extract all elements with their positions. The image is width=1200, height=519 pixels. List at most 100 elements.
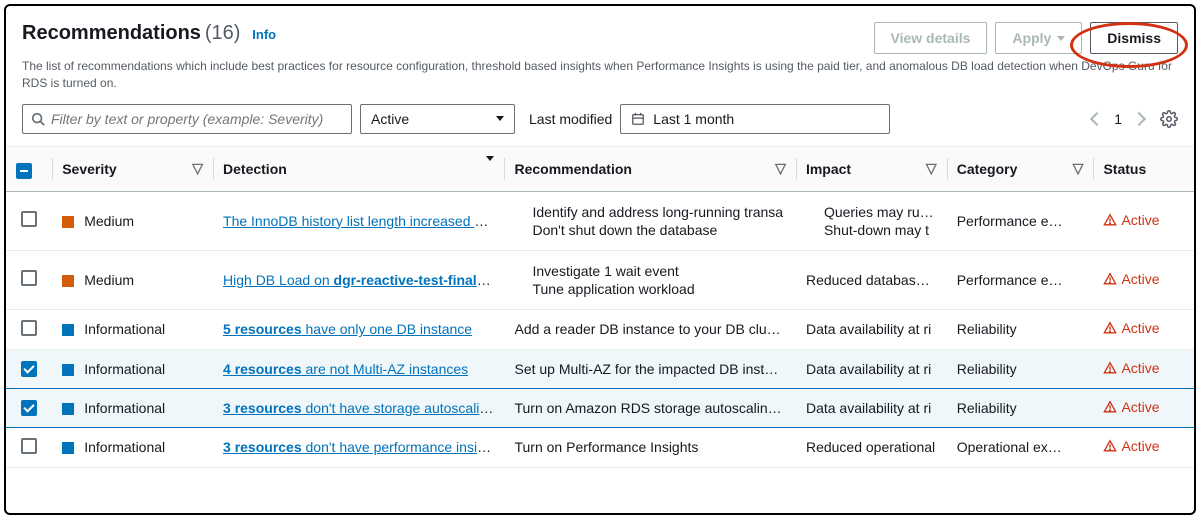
page-number: 1 xyxy=(1114,111,1122,127)
detection-link[interactable]: 4 resources are not Multi-AZ instances xyxy=(223,361,468,377)
recommendation-list: Identify and address long-running transa… xyxy=(514,204,785,238)
severity-badge xyxy=(62,364,74,376)
impact-list: Queries may run s Shut-down may t xyxy=(806,204,937,238)
recommendation-list: Investigate 1 wait event Tune application… xyxy=(514,263,785,297)
row-checkbox[interactable] xyxy=(21,211,37,227)
sort-icon[interactable]: ▽ xyxy=(192,160,203,177)
view-details-button[interactable]: View details xyxy=(874,22,988,54)
severity-label: Medium xyxy=(84,272,134,288)
severity-badge xyxy=(62,403,74,415)
severity-badge xyxy=(62,216,74,228)
category-text: Performance e… xyxy=(957,213,1063,229)
search-icon xyxy=(31,112,45,126)
warning-icon xyxy=(1103,400,1117,414)
table-row[interactable]: Medium The InnoDB history list length inc… xyxy=(6,191,1194,250)
panel-description: The list of recommendations which includ… xyxy=(6,58,1194,104)
select-all-checkbox[interactable] xyxy=(16,163,32,179)
recommendations-table: Severity ▽ Detection Recommendation ▽ Impa… xyxy=(6,146,1194,468)
category-text: Reliability xyxy=(957,361,1017,377)
settings-gear-icon[interactable] xyxy=(1160,110,1178,128)
column-recommendation[interactable]: Recommendation xyxy=(514,161,631,177)
detection-link[interactable]: 5 resources have only one DB instance xyxy=(223,321,472,337)
chevron-down-icon xyxy=(496,116,504,121)
detection-link[interactable]: The InnoDB history list length increased… xyxy=(223,213,497,229)
table-row[interactable]: Informational 4 resources are not Multi-A… xyxy=(6,349,1194,388)
severity-label: Informational xyxy=(84,439,165,455)
warning-icon xyxy=(1103,272,1117,286)
warning-icon xyxy=(1103,439,1117,453)
page-next-button[interactable] xyxy=(1132,112,1146,126)
search-input[interactable] xyxy=(51,111,343,127)
status-select[interactable]: Active xyxy=(360,104,515,134)
date-range-select[interactable]: Last 1 month xyxy=(620,104,890,134)
list-item: Queries may run s xyxy=(824,204,937,220)
status-badge: Active xyxy=(1103,438,1159,454)
row-checkbox[interactable] xyxy=(21,270,37,286)
row-checkbox[interactable] xyxy=(21,400,37,416)
column-category[interactable]: Category xyxy=(957,161,1018,177)
detection-link[interactable]: High DB Load on dgr-reactive-test-final-… xyxy=(223,272,502,288)
list-item: Investigate 1 wait event xyxy=(532,263,785,279)
last-modified-label: Last modified xyxy=(529,111,612,127)
row-checkbox[interactable] xyxy=(21,438,37,454)
table-row[interactable]: Informational 5 resources have only one D… xyxy=(6,309,1194,349)
impact-text: Data availability at ri xyxy=(806,361,931,377)
severity-label: Informational xyxy=(84,361,165,377)
severity-badge xyxy=(62,275,74,287)
warning-icon xyxy=(1103,321,1117,335)
status-select-value: Active xyxy=(371,111,409,127)
column-severity[interactable]: Severity xyxy=(62,161,116,177)
column-impact[interactable]: Impact xyxy=(806,161,851,177)
recommendations-count: (16) xyxy=(205,22,241,44)
calendar-icon xyxy=(631,112,645,126)
list-item: Tune application workload xyxy=(532,281,785,297)
severity-label: Medium xyxy=(84,213,134,229)
table-row[interactable]: Medium High DB Load on dgr-reactive-test-… xyxy=(6,250,1194,309)
detection-link[interactable]: 3 resources don't have performance insig… xyxy=(223,439,504,455)
page-title: Recommendations xyxy=(22,22,201,44)
date-range-value: Last 1 month xyxy=(653,111,879,127)
dismiss-button[interactable]: Dismiss xyxy=(1090,22,1178,54)
list-item: Shut-down may t xyxy=(824,222,937,238)
recommendation-text: Set up Multi-AZ for the impacted DB inst… xyxy=(514,361,786,377)
severity-badge xyxy=(62,442,74,454)
severity-label: Informational xyxy=(84,321,165,337)
status-badge: Active xyxy=(1103,212,1159,228)
category-text: Reliability xyxy=(957,400,1017,416)
impact-text: Data availability at ri xyxy=(806,321,931,337)
impact-text: Reduced database pe xyxy=(806,272,943,288)
table-row[interactable]: Informational 3 resources don't have perf… xyxy=(6,427,1194,467)
column-status[interactable]: Status xyxy=(1103,161,1146,177)
sort-icon[interactable]: ▽ xyxy=(926,160,937,177)
severity-badge xyxy=(62,324,74,336)
impact-text: Reduced operational xyxy=(806,439,935,455)
status-badge: Active xyxy=(1103,399,1159,415)
dismiss-label: Dismiss xyxy=(1107,30,1161,46)
sort-icon[interactable]: ▽ xyxy=(775,160,786,177)
warning-icon xyxy=(1103,361,1117,375)
sort-icon[interactable] xyxy=(486,161,494,177)
column-detection[interactable]: Detection xyxy=(223,161,287,177)
category-text: Reliability xyxy=(957,321,1017,337)
detection-link[interactable]: 3 resources don't have storage autoscali… xyxy=(223,400,503,416)
recommendation-text: Turn on Performance Insights xyxy=(514,439,698,455)
view-details-label: View details xyxy=(891,30,971,46)
recommendation-text: Turn on Amazon RDS storage autoscaling w… xyxy=(514,400,792,416)
table-row[interactable]: Informational3 resources don't have stor… xyxy=(6,388,1194,427)
category-text: Performance e… xyxy=(957,272,1063,288)
apply-button[interactable]: Apply xyxy=(995,22,1082,54)
filter-input-wrapper[interactable] xyxy=(22,104,352,134)
list-item: Don't shut down the database xyxy=(532,222,785,238)
row-checkbox[interactable] xyxy=(21,320,37,336)
status-badge: Active xyxy=(1103,360,1159,376)
sort-icon[interactable]: ▽ xyxy=(1073,160,1084,177)
status-badge: Active xyxy=(1103,271,1159,287)
info-link[interactable]: Info xyxy=(252,27,276,42)
chevron-down-icon xyxy=(1057,36,1065,41)
row-checkbox[interactable] xyxy=(21,361,37,377)
recommendation-text: Add a reader DB instance to your DB clus… xyxy=(514,321,789,337)
category-text: Operational ex… xyxy=(957,439,1062,455)
page-prev-button[interactable] xyxy=(1090,112,1104,126)
warning-icon xyxy=(1103,213,1117,227)
apply-label: Apply xyxy=(1012,30,1051,46)
